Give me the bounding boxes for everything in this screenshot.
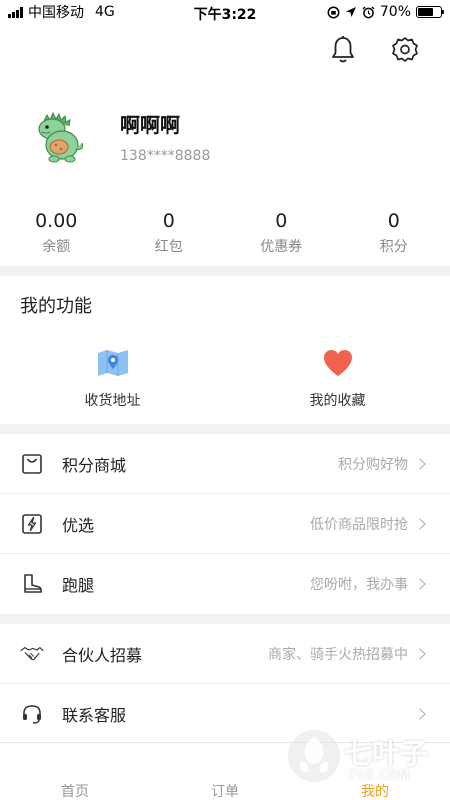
watermark-sub: 7YZ.COM [348, 768, 411, 782]
feature-address[interactable]: 收货地址 [0, 328, 225, 424]
chevron-right-icon [414, 457, 426, 470]
boot-icon [20, 572, 44, 596]
battery-percent: 70% [379, 4, 411, 20]
orientation-lock-icon [327, 6, 340, 18]
chevron-right-icon [414, 578, 426, 590]
headset-icon [20, 702, 44, 726]
shopping-bag-icon [20, 452, 44, 476]
functions-grid: 收货地址 我的收藏 [0, 328, 450, 424]
menu-preferred[interactable]: 优选 低价商品限时抢 [0, 494, 450, 554]
section-divider [0, 614, 450, 624]
header-actions [0, 24, 450, 76]
chevron-right-icon [414, 647, 426, 660]
account-stats: 0.00 余额 0 红包 0 优惠券 0 积分 [0, 196, 450, 266]
chevron-right-icon [414, 517, 426, 530]
dinosaur-avatar[interactable] [30, 105, 92, 167]
menu-label: 积分商城 [62, 455, 127, 475]
stat-value: 0 [387, 210, 400, 232]
menu-errand[interactable]: 跑腿 您吩咐，我办事 [0, 554, 450, 614]
menu-hint: 您吩咐，我办事 [310, 577, 408, 593]
profile-phone: 138****8888 [120, 147, 211, 164]
watermark-text: 七叶子 [344, 737, 429, 770]
handshake-icon [20, 642, 44, 666]
status-bar: 中国移动 4G 下午3:22 70% [0, 0, 450, 24]
menu-label: 跑腿 [62, 576, 95, 595]
stat-coupon[interactable]: 0 优惠券 [225, 210, 338, 256]
stat-value: 0.00 [35, 210, 78, 232]
stat-label: 积分 [379, 239, 408, 255]
lightning-icon [20, 512, 44, 536]
status-left: 中国移动 4G [8, 2, 115, 22]
location-icon [345, 7, 356, 17]
watermark-logo: 七叶子 7YZ.COM [286, 722, 436, 792]
gear-icon[interactable] [390, 35, 420, 65]
alarm-icon [362, 6, 375, 18]
functions-title: 我的功能 [20, 296, 92, 317]
stat-label: 红包 [154, 239, 183, 255]
feature-label: 收货地址 [84, 393, 141, 409]
menu-hint: 商家、骑手火热招募中 [268, 646, 408, 663]
feature-favorites[interactable]: 我的收藏 [225, 328, 450, 424]
menu-points-mall[interactable]: 积分商城 积分购好物 [0, 434, 450, 494]
menu-partner-recruit[interactable]: 合伙人招募 商家、骑手火热招募中 [0, 624, 450, 684]
network-label: 4G [95, 4, 115, 20]
chevron-right-icon [414, 708, 426, 720]
stat-label: 余额 [42, 239, 71, 255]
battery-fill [418, 8, 434, 16]
heart-icon [323, 350, 352, 376]
stat-label: 优惠券 [260, 239, 303, 255]
stat-red-packet[interactable]: 0 红包 [113, 210, 226, 256]
profile-name: 啊啊啊 [120, 112, 180, 137]
profile-section[interactable]: 啊啊啊 138****8888 [0, 76, 450, 196]
carrier-label: 中国移动 [28, 5, 84, 21]
stat-value: 0 [162, 210, 175, 232]
tab-home[interactable]: 首页 [0, 743, 150, 800]
status-right: 70% [327, 4, 444, 20]
section-divider [0, 424, 450, 434]
stat-balance[interactable]: 0.00 余额 [0, 210, 113, 256]
stat-points[interactable]: 0 积分 [338, 210, 450, 256]
bell-icon[interactable] [330, 35, 356, 65]
stat-value: 0 [275, 210, 288, 232]
menu-label: 优选 [62, 515, 95, 535]
map-icon [97, 350, 128, 376]
profile-info: 啊啊啊 138****8888 [120, 109, 210, 164]
section-divider [0, 266, 450, 276]
menu-hint: 积分购好物 [338, 456, 408, 473]
battery-icon [416, 6, 444, 18]
menu-group-1: 积分商城 积分购好物 优选 低价商品限时抢 跑腿 您吩咐，我办事 [0, 434, 450, 614]
signal-icon [8, 6, 23, 18]
feature-label: 我的收藏 [309, 393, 366, 409]
menu-hint: 低价商品限时抢 [310, 516, 408, 533]
menu-label: 合伙人招募 [62, 645, 143, 665]
tab-orders[interactable]: 订单 [150, 743, 300, 800]
